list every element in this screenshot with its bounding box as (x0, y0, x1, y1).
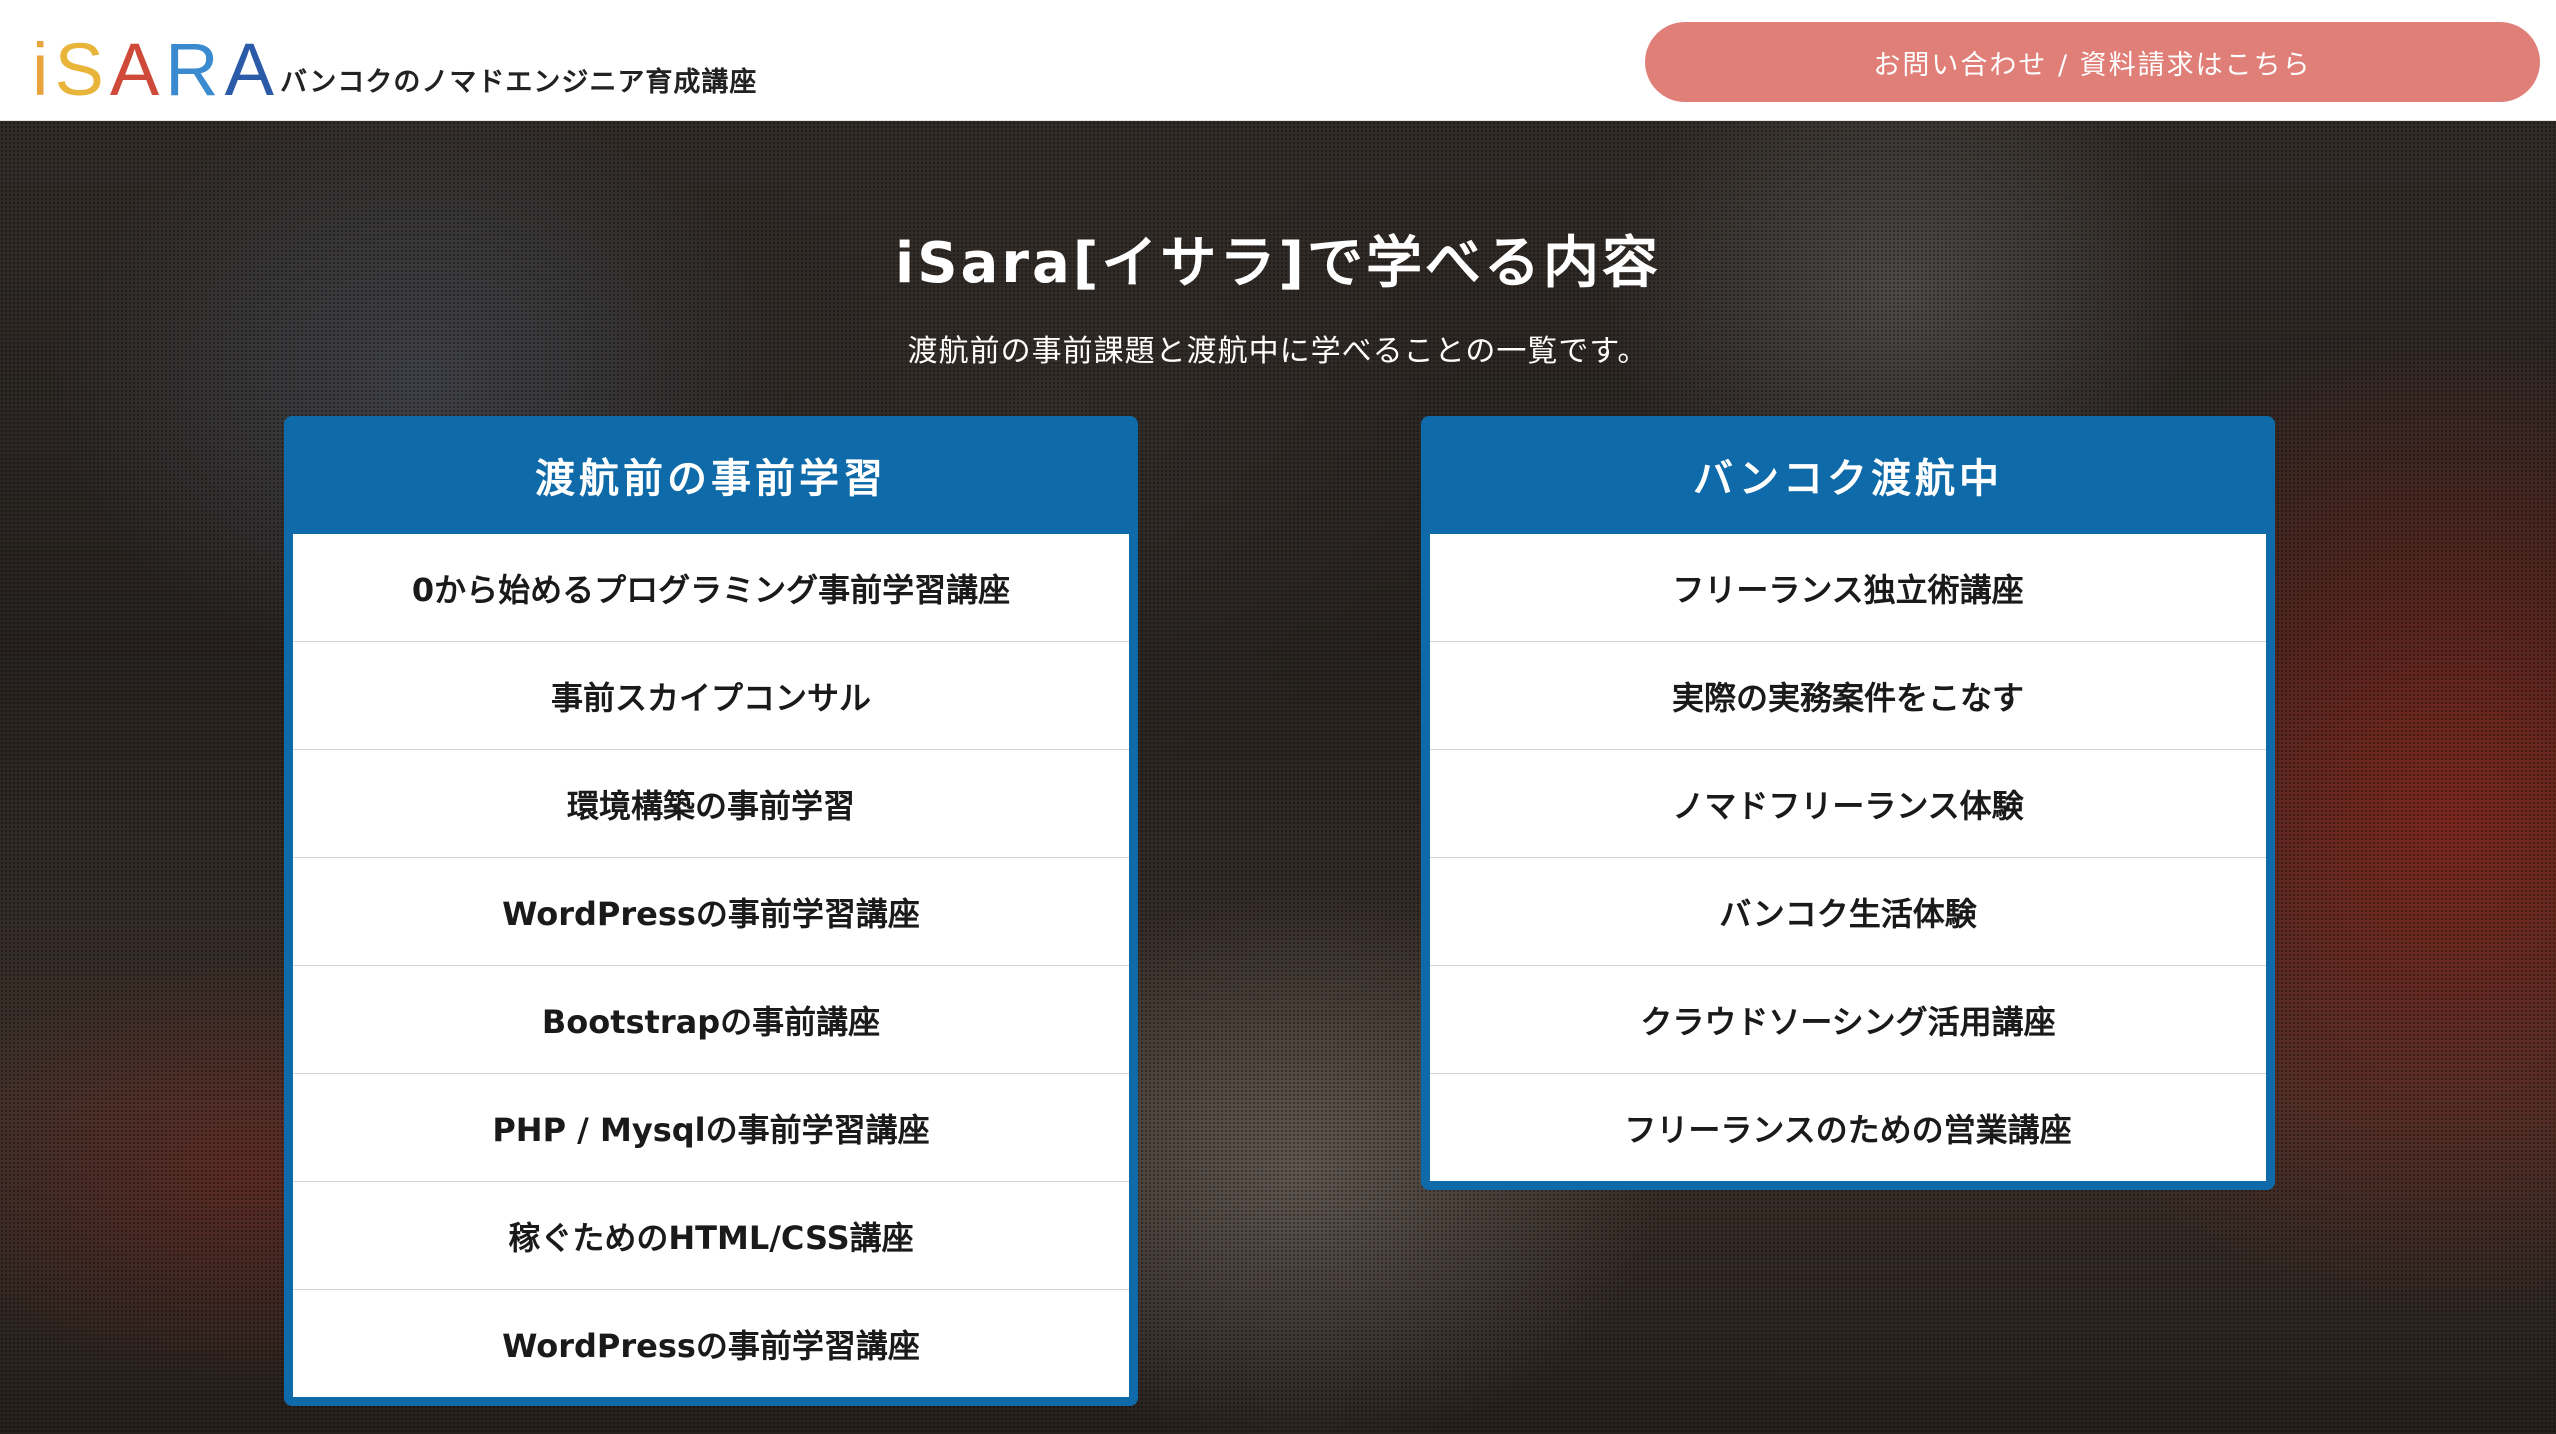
list-item: Bootstrapの事前講座 (293, 966, 1129, 1074)
list-item: 稼ぐためのHTML/CSS講座 (293, 1182, 1129, 1290)
logo-letter-s: S (54, 28, 110, 111)
list-item: フリーランスのための営業講座 (1624, 1110, 2072, 1149)
section-title: iSara[イサラ]で学べる内容 (895, 231, 1661, 296)
logo-letter-a1: A (109, 28, 166, 111)
in-bangkok-course-list: フリーランス独立術講座 実際の実務案件をこなす ノマドフリーランス体験 バンコク… (1430, 534, 2266, 1181)
list-item: 0から始めるプログラミング事前学習講座 (293, 534, 1129, 642)
list-item: フリーランス独立術講座 (1430, 534, 2266, 642)
list-item: ノマドフリーランス体験 (1430, 750, 2266, 858)
list-item: 事前スカイプコンサル (293, 642, 1129, 750)
list-item: PHP / Mysqlの事前学習講座 (293, 1074, 1129, 1182)
list-item: バンコク生活体験 (1430, 858, 2266, 966)
list-item: WordPressの事前学習講座 (502, 1326, 920, 1365)
isara-logo[interactable]: i S A R A (32, 28, 280, 111)
list-item: WordPressの事前学習講座 (293, 858, 1129, 966)
in-bangkok-panel: バンコク渡航中 フリーランス独立術講座 実際の実務案件をこなす ノマドフリーラン… (1421, 416, 2275, 1190)
site-tagline: バンコクのノマドエンジニア育成講座 (280, 67, 758, 98)
in-bangkok-panel-title: バンコク渡航中 (1693, 456, 2003, 502)
logo-letter-r: R (165, 28, 225, 111)
section-subtitle: 渡航前の事前課題と渡航中に学べることの一覧です。 (907, 334, 1649, 369)
pre-departure-course-list: 0から始めるプログラミング事前学習講座 事前スカイプコンサル 環境構築の事前学習… (293, 534, 1129, 1397)
pre-departure-panel-title: 渡航前の事前学習 (535, 456, 887, 502)
list-item: 実際の実務案件をこなす (1430, 642, 2266, 750)
contact-request-button[interactable]: お問い合わせ / 資料請求はこちら (1645, 22, 2540, 102)
list-item: 環境構築の事前学習 (293, 750, 1129, 858)
logo-letter-i: i (32, 28, 55, 111)
site-header: i S A R A バンコクのノマドエンジニア育成講座 お問い合わせ / 資料請… (0, 0, 2556, 121)
list-item: クラウドソーシング活用講座 (1430, 966, 2266, 1074)
pre-departure-panel: 渡航前の事前学習 0から始めるプログラミング事前学習講座 事前スカイプコンサル … (284, 416, 1138, 1406)
logo-letter-a2: A (224, 28, 280, 111)
